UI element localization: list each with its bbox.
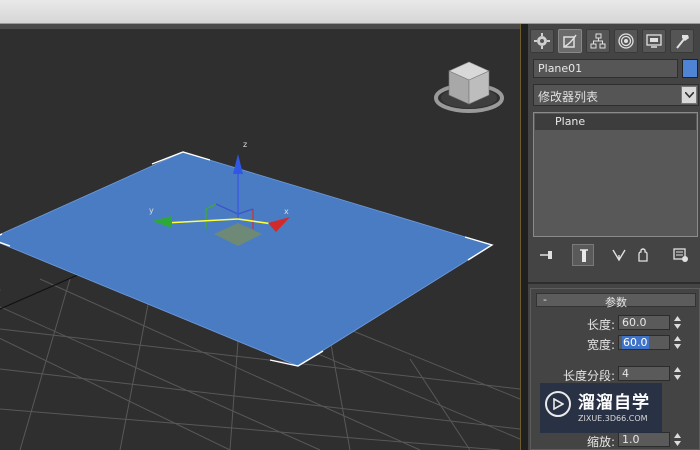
title-bar	[0, 0, 700, 24]
hammer-icon	[676, 35, 689, 49]
tab-utilities[interactable]	[670, 29, 694, 53]
scale-param: 缩放: 1.0	[531, 431, 700, 449]
make-unique-button[interactable]	[608, 244, 630, 266]
play-icon	[553, 398, 564, 410]
length-segs-spinner[interactable]	[673, 366, 682, 381]
x-axis-label: x	[284, 207, 289, 216]
configure-modifier-sets-icon	[673, 248, 688, 262]
hierarchy-icon	[590, 33, 606, 49]
display-icon	[646, 34, 662, 48]
z-axis-arrow[interactable]	[233, 154, 243, 174]
rollout-title: 参数	[605, 296, 627, 309]
watermark: 溜溜自学 ZIXUE.3D66.COM	[540, 383, 662, 433]
watermark-title: 溜溜自学	[578, 393, 650, 413]
spinner-arrows-icon	[674, 367, 681, 380]
spinner-arrows-icon	[674, 316, 681, 329]
y-axis-label: y	[149, 206, 154, 215]
width-value-selected: 60.0	[622, 336, 649, 349]
chevron-down-icon	[685, 92, 694, 98]
object-name-field[interactable]: Plane01	[533, 59, 678, 78]
viewport-canvas[interactable]: z y x	[0, 29, 520, 450]
panel-divider	[528, 282, 700, 284]
scale-spinner[interactable]	[673, 432, 682, 447]
pin-stack-button[interactable]	[536, 244, 558, 266]
modifier-stack[interactable]: Plane	[533, 112, 698, 237]
length-segs-param: 长度分段: 4	[531, 365, 700, 383]
modifier-list-label: 修改器列表	[538, 90, 599, 104]
width-field[interactable]: 60.0	[618, 335, 670, 350]
width-param: 宽度: 60.0	[531, 334, 700, 352]
tab-modify[interactable]	[558, 29, 582, 53]
length-segs-field[interactable]: 4	[618, 366, 670, 381]
command-panel-tabs	[528, 26, 700, 56]
modifier-list-dropdown[interactable]: 修改器列表	[533, 84, 699, 106]
remove-modifier-icon	[638, 248, 648, 262]
tab-display[interactable]	[642, 29, 666, 53]
width-spinner[interactable]	[673, 335, 682, 350]
perspective-viewport[interactable]: z y x	[0, 29, 520, 450]
z-axis-label: z	[243, 140, 247, 149]
length-label: 长度:	[586, 318, 615, 332]
watermark-logo	[545, 391, 571, 417]
tab-motion[interactable]	[614, 29, 638, 53]
object-color-swatch[interactable]	[682, 59, 698, 78]
length-field[interactable]: 60.0	[618, 315, 670, 330]
stack-item-plane[interactable]: Plane	[535, 114, 696, 130]
spinner-arrows-icon	[674, 433, 681, 446]
show-end-result-button[interactable]	[572, 244, 594, 266]
remove-modifier-button[interactable]	[632, 244, 654, 266]
modify-icon	[563, 34, 577, 48]
tab-hierarchy[interactable]	[586, 29, 610, 53]
modifier-stack-toolbar	[528, 244, 700, 266]
dropdown-arrow-button[interactable]	[681, 86, 697, 104]
motion-icon	[618, 33, 634, 49]
show-end-result-icon	[580, 249, 588, 262]
watermark-url: ZIXUE.3D66.COM	[578, 414, 648, 423]
parameters-rollout-header[interactable]: - 参数	[536, 293, 696, 309]
viewport-panel-divider	[520, 24, 528, 450]
viewcube[interactable]	[434, 61, 504, 113]
configure-modifier-sets-button[interactable]	[670, 244, 692, 266]
length-spinner[interactable]	[673, 315, 682, 330]
plane-object[interactable]	[0, 151, 493, 367]
tab-create[interactable]	[530, 29, 554, 53]
pin-stack-icon	[540, 251, 552, 259]
length-segs-label: 长度分段:	[562, 369, 615, 383]
create-icon	[534, 33, 550, 49]
scale-field[interactable]: 1.0	[618, 432, 670, 447]
length-param: 长度: 60.0	[531, 314, 700, 332]
spinner-arrows-icon	[674, 336, 681, 349]
width-label: 宽度:	[586, 338, 615, 352]
make-unique-icon	[612, 249, 626, 262]
scale-label: 缩放:	[586, 435, 615, 449]
